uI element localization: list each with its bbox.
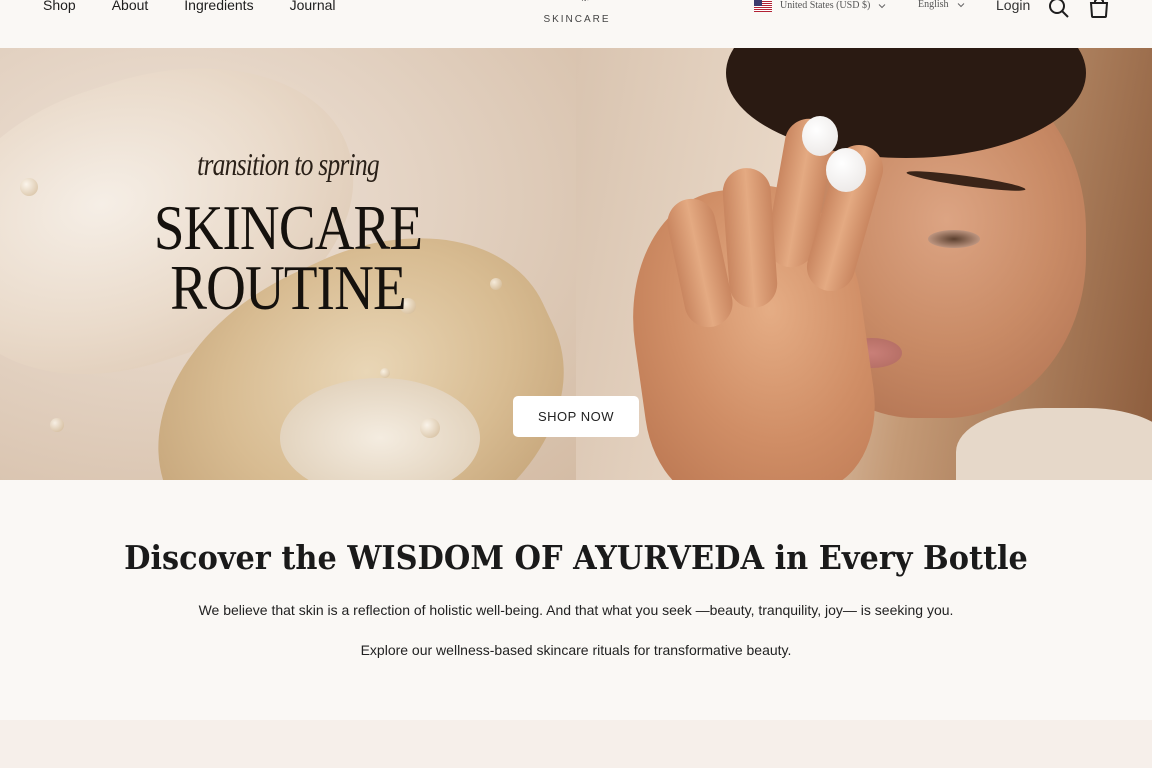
chevron-down-icon [878,3,886,8]
country-label: United States (USD $) [780,0,871,11]
nav-ingredients[interactable]: Ingredients [184,0,253,13]
site-header: Shop About Ingredients Journal SKINCARE … [0,0,1152,48]
main-nav: Shop About Ingredients Journal [43,0,336,13]
next-section [0,720,1152,768]
logo-mark-icon [581,0,589,1]
intro-heading: Discover the WISDOM OF AYURVEDA in Every… [124,538,1028,577]
hero-texture-image: transition to spring SKINCARE ROUTINE [0,48,576,480]
us-flag-icon [754,0,772,12]
intro-paragraph-2: Explore our wellness-based skincare ritu… [360,642,792,658]
chevron-down-icon [957,2,964,7]
hero-title: SKINCARE ROUTINE [40,192,535,323]
login-link[interactable]: Login [996,0,1030,13]
search-icon[interactable] [1048,0,1070,19]
cream-dot [802,116,838,156]
nav-about[interactable]: About [112,0,149,13]
intro-paragraph-1: We believe that skin is a reflection of … [198,602,954,618]
logo-text: SKINCARE [543,14,611,25]
language-selector[interactable]: English [918,0,965,10]
bubble [380,368,390,378]
bubble [50,418,64,432]
bag-icon[interactable] [1088,0,1110,19]
nav-shop[interactable]: Shop [43,0,76,13]
eye [928,230,980,248]
hero-title-line2: ROUTINE [170,252,406,323]
language-label: English [918,0,949,10]
brand-logo[interactable]: SKINCARE [540,0,614,30]
shirt [956,408,1152,480]
bubble [420,418,440,438]
cream-dot [826,148,866,192]
nav-journal[interactable]: Journal [290,0,336,13]
country-selector[interactable]: United States (USD $) [754,0,886,12]
hero-banner: transition to spring SKINCARE ROUTINE SH… [0,48,1152,480]
hero-title-line1: SKINCARE [153,192,423,263]
bubble [20,178,38,196]
hero-subtitle: transition to spring [197,146,380,182]
hero-model-image [576,48,1152,480]
shop-now-button[interactable]: SHOP NOW [513,396,639,437]
